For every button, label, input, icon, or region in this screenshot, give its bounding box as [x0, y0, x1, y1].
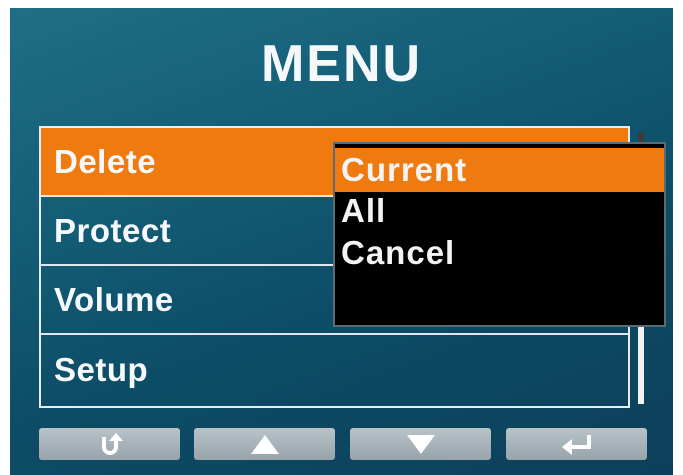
- back-arrow-icon: [92, 431, 128, 457]
- popup-item-current[interactable]: Current: [335, 148, 664, 192]
- down-button[interactable]: [350, 428, 491, 460]
- popup-item-label: Cancel: [341, 234, 456, 271]
- enter-icon: [557, 431, 597, 457]
- menu-item-label: Volume: [54, 280, 174, 318]
- delete-submenu-popup: Current All Cancel: [333, 142, 666, 327]
- menu-item-label: Setup: [54, 350, 149, 388]
- menu-item-label: Protect: [54, 211, 172, 249]
- up-button[interactable]: [194, 428, 335, 460]
- popup-item-cancel[interactable]: Cancel: [335, 234, 664, 272]
- menu-item-label: Delete: [54, 142, 157, 180]
- popup-item-label: Current: [341, 151, 468, 188]
- popup-item-label: All: [341, 192, 387, 229]
- down-arrow-icon: [403, 431, 439, 457]
- popup-item-all[interactable]: All: [335, 192, 664, 230]
- back-button[interactable]: [39, 428, 180, 460]
- menu-item-setup[interactable]: Setup: [41, 335, 628, 404]
- device-screen: MENU Delete Protect Volume Setup Current…: [10, 8, 673, 475]
- page-title: MENU: [260, 35, 423, 93]
- up-arrow-icon: [247, 431, 283, 457]
- enter-button[interactable]: [506, 428, 647, 460]
